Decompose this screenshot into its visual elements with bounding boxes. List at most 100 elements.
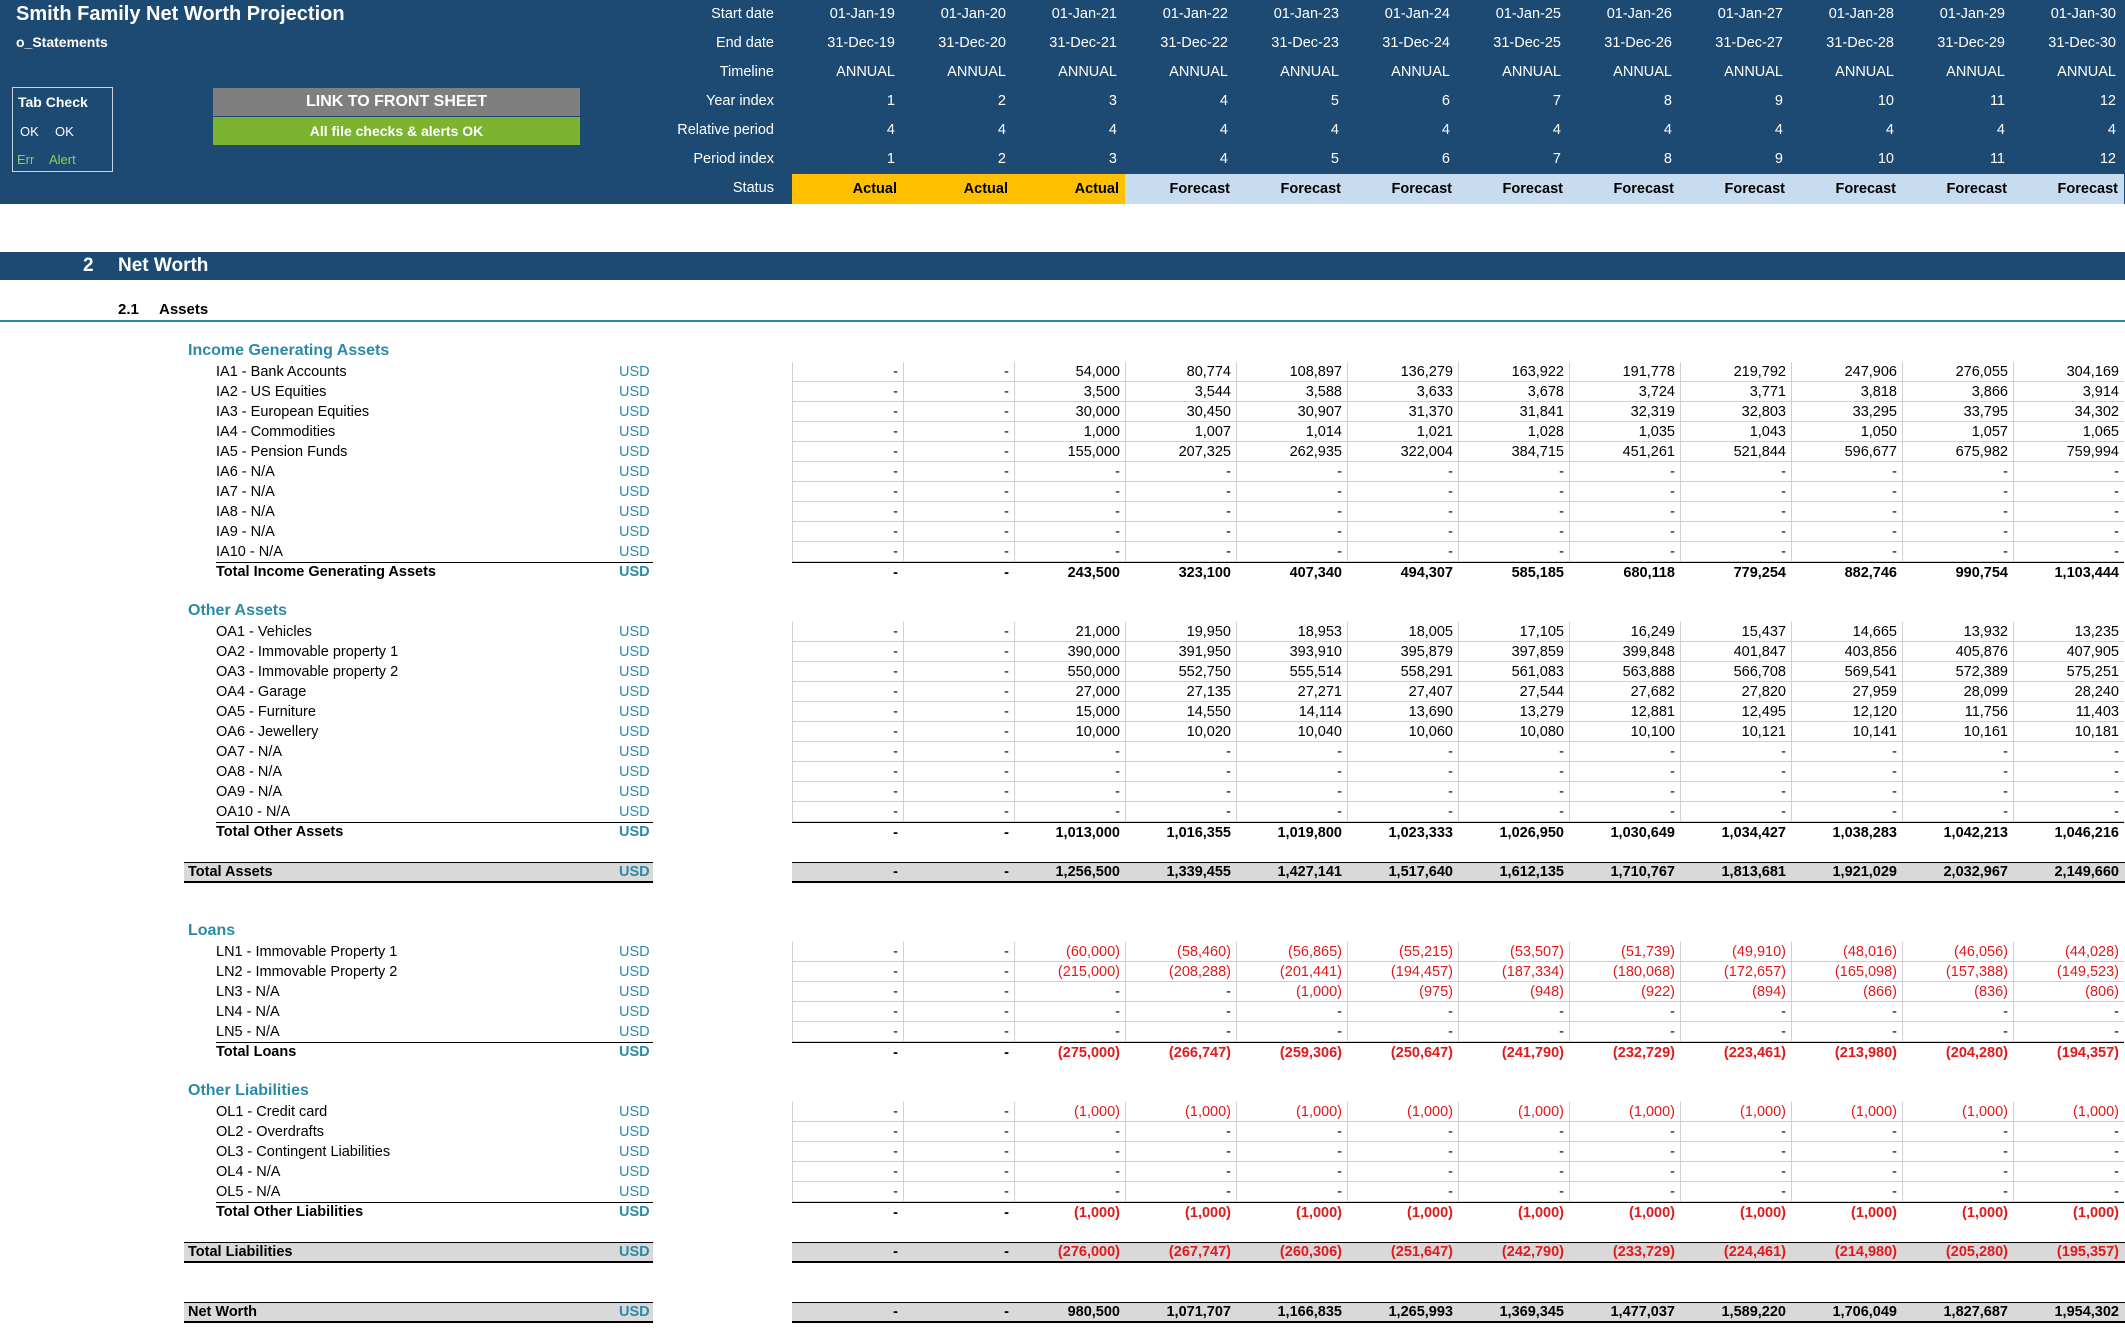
- value-cell[interactable]: (1,000): [1791, 1102, 1902, 1122]
- value-cell[interactable]: -: [792, 942, 903, 962]
- value-cell[interactable]: 19,950: [1125, 622, 1236, 642]
- value-cell[interactable]: (1,000): [1014, 1202, 1125, 1222]
- value-cell[interactable]: 1,000: [1014, 422, 1125, 442]
- value-cell[interactable]: -: [1569, 1142, 1680, 1162]
- value-cell[interactable]: (214,980): [1791, 1242, 1902, 1262]
- value-cell[interactable]: -: [1680, 502, 1791, 522]
- value-cell[interactable]: 1,028: [1458, 422, 1569, 442]
- value-cell[interactable]: -: [1014, 542, 1125, 562]
- value-cell[interactable]: (1,000): [2013, 1102, 2124, 1122]
- value-cell[interactable]: -: [1458, 1162, 1569, 1182]
- value-cell[interactable]: 3,771: [1680, 382, 1791, 402]
- value-cell[interactable]: -: [1680, 1182, 1791, 1202]
- value-cell[interactable]: 17,105: [1458, 622, 1569, 642]
- value-cell[interactable]: (223,461): [1680, 1042, 1791, 1062]
- value-cell[interactable]: (806): [2013, 982, 2124, 1002]
- value-cell[interactable]: -: [1902, 462, 2013, 482]
- value-cell[interactable]: 1,813,681: [1680, 862, 1791, 882]
- value-cell[interactable]: (1,000): [1680, 1102, 1791, 1122]
- value-cell[interactable]: (251,647): [1347, 1242, 1458, 1262]
- value-cell[interactable]: 407,905: [2013, 642, 2124, 662]
- value-cell[interactable]: 13,235: [2013, 622, 2124, 642]
- value-cell[interactable]: 30,450: [1125, 402, 1236, 422]
- value-cell[interactable]: 18,005: [1347, 622, 1458, 642]
- value-cell[interactable]: -: [1680, 542, 1791, 562]
- value-cell[interactable]: -: [792, 1202, 903, 1222]
- value-cell[interactable]: -: [1125, 482, 1236, 502]
- value-cell[interactable]: 1,339,455: [1125, 862, 1236, 882]
- value-cell[interactable]: -: [1569, 802, 1680, 822]
- value-cell[interactable]: (866): [1791, 982, 1902, 1002]
- value-cell[interactable]: 30,907: [1236, 402, 1347, 422]
- value-cell[interactable]: 108,897: [1236, 362, 1347, 382]
- value-cell[interactable]: -: [1458, 1122, 1569, 1142]
- value-cell[interactable]: 2,032,967: [1902, 862, 2013, 882]
- value-cell[interactable]: (232,729): [1569, 1042, 1680, 1062]
- value-cell[interactable]: -: [1014, 1182, 1125, 1202]
- value-cell[interactable]: -: [792, 362, 903, 382]
- value-cell[interactable]: 10,020: [1125, 722, 1236, 742]
- value-cell[interactable]: -: [1680, 1022, 1791, 1042]
- value-cell[interactable]: (201,441): [1236, 962, 1347, 982]
- value-cell[interactable]: 3,818: [1791, 382, 1902, 402]
- value-cell[interactable]: 10,121: [1680, 722, 1791, 742]
- value-cell[interactable]: -: [1791, 1022, 1902, 1042]
- value-cell[interactable]: -: [1236, 1022, 1347, 1042]
- value-cell[interactable]: -: [792, 1242, 903, 1262]
- value-cell[interactable]: -: [903, 662, 1014, 682]
- value-cell[interactable]: -: [903, 702, 1014, 722]
- value-cell[interactable]: -: [1347, 742, 1458, 762]
- value-cell[interactable]: 12,120: [1791, 702, 1902, 722]
- value-cell[interactable]: 399,848: [1569, 642, 1680, 662]
- value-cell[interactable]: -: [1236, 1122, 1347, 1142]
- value-cell[interactable]: -: [1014, 482, 1125, 502]
- file-checks-status-button[interactable]: All file checks & alerts OK: [213, 117, 580, 145]
- value-cell[interactable]: -: [792, 642, 903, 662]
- value-cell[interactable]: 27,820: [1680, 682, 1791, 702]
- value-cell[interactable]: 390,000: [1014, 642, 1125, 662]
- value-cell[interactable]: (275,000): [1014, 1042, 1125, 1062]
- value-cell[interactable]: -: [1791, 542, 1902, 562]
- value-cell[interactable]: -: [1569, 1122, 1680, 1142]
- value-cell[interactable]: 3,678: [1458, 382, 1569, 402]
- value-cell[interactable]: 401,847: [1680, 642, 1791, 662]
- value-cell[interactable]: 11,403: [2013, 702, 2124, 722]
- value-cell[interactable]: -: [903, 462, 1014, 482]
- value-cell[interactable]: -: [1347, 1022, 1458, 1042]
- value-cell[interactable]: -: [1458, 482, 1569, 502]
- value-cell[interactable]: -: [1125, 1122, 1236, 1142]
- value-cell[interactable]: 563,888: [1569, 662, 1680, 682]
- value-cell[interactable]: -: [1680, 782, 1791, 802]
- value-cell[interactable]: 27,959: [1791, 682, 1902, 702]
- value-cell[interactable]: 566,708: [1680, 662, 1791, 682]
- value-cell[interactable]: -: [903, 542, 1014, 562]
- value-cell[interactable]: 572,389: [1902, 662, 2013, 682]
- value-cell[interactable]: -: [1347, 762, 1458, 782]
- value-cell[interactable]: (1,000): [1458, 1102, 1569, 1122]
- value-cell[interactable]: -: [1125, 742, 1236, 762]
- value-cell[interactable]: (1,000): [1236, 1202, 1347, 1222]
- value-cell[interactable]: 32,319: [1569, 402, 1680, 422]
- value-cell[interactable]: 207,325: [1125, 442, 1236, 462]
- value-cell[interactable]: (205,280): [1902, 1242, 2013, 1262]
- value-cell[interactable]: -: [903, 1202, 1014, 1222]
- value-cell[interactable]: (1,000): [1902, 1102, 2013, 1122]
- value-cell[interactable]: 1,706,049: [1791, 1302, 1902, 1322]
- value-cell[interactable]: -: [1902, 1122, 2013, 1142]
- value-cell[interactable]: 1,035: [1569, 422, 1680, 442]
- value-cell[interactable]: 451,261: [1569, 442, 1680, 462]
- value-cell[interactable]: (1,000): [1125, 1202, 1236, 1222]
- value-cell[interactable]: (259,306): [1236, 1042, 1347, 1062]
- value-cell[interactable]: -: [792, 562, 903, 582]
- value-cell[interactable]: -: [1125, 1002, 1236, 1022]
- value-cell[interactable]: 262,935: [1236, 442, 1347, 462]
- value-cell[interactable]: (267,747): [1125, 1242, 1236, 1262]
- value-cell[interactable]: (1,000): [1569, 1202, 1680, 1222]
- value-cell[interactable]: -: [1791, 782, 1902, 802]
- value-cell[interactable]: -: [1569, 482, 1680, 502]
- value-cell[interactable]: -: [792, 782, 903, 802]
- value-cell[interactable]: 13,690: [1347, 702, 1458, 722]
- value-cell[interactable]: 11,756: [1902, 702, 2013, 722]
- value-cell[interactable]: 1,166,835: [1236, 1302, 1347, 1322]
- value-cell[interactable]: -: [792, 402, 903, 422]
